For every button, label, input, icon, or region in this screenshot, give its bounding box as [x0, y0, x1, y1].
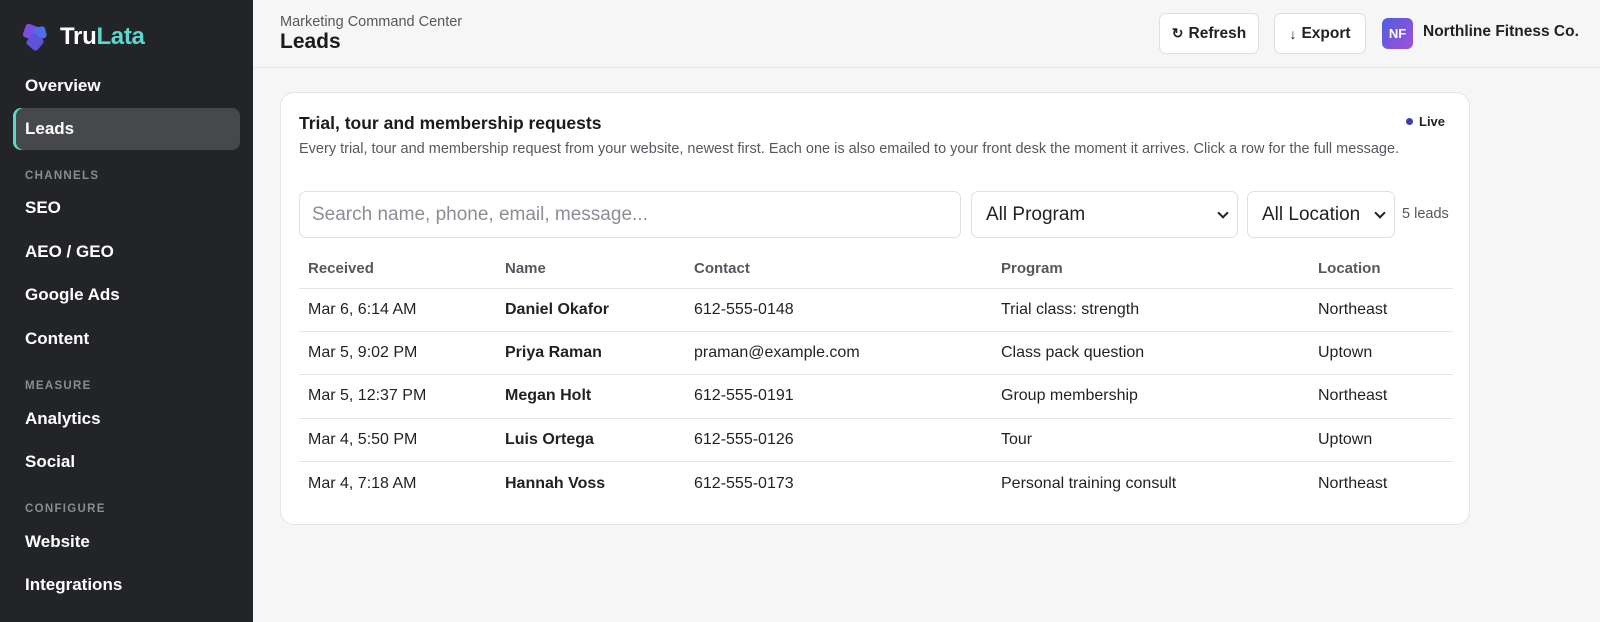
cell-location: Northeast — [1309, 374, 1453, 419]
refresh-button-label: Refresh — [1188, 24, 1247, 42]
chevron-down-icon — [1217, 206, 1229, 219]
live-dot-icon — [1406, 118, 1413, 125]
cell-name: Megan Holt — [496, 374, 685, 419]
nav-section-channels: CHANNELS — [25, 170, 100, 182]
brand-logo[interactable]: TruLata — [22, 22, 145, 52]
cell-location: Uptown — [1309, 418, 1453, 463]
cell-received: Mar 4, 5:50 PM — [299, 418, 496, 463]
table-header-row: Received Name Contact Program Location — [299, 249, 1453, 289]
cell-name: Priya Raman — [496, 331, 685, 376]
sidebar-item-analytics[interactable]: Analytics — [13, 398, 240, 440]
lead-count: 5 leads — [1402, 206, 1449, 222]
sidebar-item-seo[interactable]: SEO — [13, 187, 240, 229]
cell-received: Mar 5, 9:02 PM — [299, 331, 496, 376]
cell-contact: 612-555-0173 — [694, 474, 794, 492]
brand-name-part2: Lata — [96, 23, 145, 50]
cell-received: Mar 4, 7:18 AM — [308, 474, 417, 492]
program-filter-value: All Program — [986, 203, 1086, 225]
brand-name: TruLata — [60, 23, 145, 51]
cell-program: Tour — [992, 418, 1309, 463]
sidebar: TruLata Overview Leads CHANNELS SEO AEO … — [0, 0, 253, 622]
sidebar-item-website[interactable]: Website — [13, 521, 240, 563]
logo-mark-icon — [22, 23, 50, 52]
org-name[interactable]: Northline Fitness Co. — [1423, 23, 1579, 41]
location-filter-value: All Location — [1262, 203, 1361, 225]
chevron-down-icon — [1374, 206, 1386, 219]
cell-program: Group membership — [992, 374, 1309, 419]
cell-contact: praman@example.com — [685, 331, 992, 376]
cell-contact: 612-555-0126 — [685, 418, 992, 463]
sidebar-item-leads[interactable]: Leads — [13, 108, 240, 150]
column-header-name[interactable]: Name — [496, 249, 685, 289]
program-filter-select[interactable]: All Program — [971, 191, 1238, 238]
table-row[interactable]: Mar 5, 9:02 PM Priya Raman praman@exampl… — [299, 331, 1453, 376]
cell-program: Class pack question — [992, 331, 1309, 376]
leads-card: Trial, tour and membership requests Live… — [280, 92, 1470, 525]
live-label: Live — [1419, 114, 1446, 129]
sidebar-item-google-ads[interactable]: Google Ads — [13, 274, 240, 316]
cell-name: Hannah Voss — [505, 474, 606, 492]
avatar[interactable]: NF — [1382, 18, 1413, 49]
table-row[interactable]: Mar 5, 12:37 PM Megan Holt 612-555-0191 … — [299, 374, 1453, 419]
cell-program: Personal training consult — [1001, 474, 1177, 492]
cell-location: Northeast — [1309, 288, 1453, 332]
table-row[interactable]: Mar 6, 6:14 AM Daniel Okafor 612-555-014… — [299, 288, 1453, 332]
breadcrumb[interactable]: Marketing Command Center — [280, 14, 462, 30]
cell-location: Northeast — [1318, 474, 1388, 492]
sidebar-item-content[interactable]: Content — [13, 318, 240, 360]
refresh-button[interactable]: ↻ Refresh — [1159, 13, 1259, 54]
cell-name: Luis Ortega — [496, 418, 685, 463]
sidebar-item-integrations[interactable]: Integrations — [13, 564, 240, 606]
nav-section-measure: MEASURE — [25, 380, 92, 392]
export-button-label: Export — [1301, 24, 1351, 42]
card-title: Trial, tour and membership requests — [299, 113, 602, 133]
card-description: Every trial, tour and membership request… — [299, 141, 1400, 157]
table-row[interactable]: Mar 4, 5:50 PM Luis Ortega 612-555-0126 … — [299, 418, 1453, 463]
location-filter-select[interactable]: All Location — [1247, 191, 1395, 238]
search-input[interactable] — [299, 191, 961, 238]
sidebar-item-overview[interactable]: Overview — [13, 65, 240, 107]
cell-received: Mar 6, 6:14 AM — [299, 288, 496, 332]
sidebar-item-social[interactable]: Social — [13, 441, 240, 483]
cell-contact: 612-555-0148 — [685, 288, 992, 332]
column-header-location[interactable]: Location — [1309, 249, 1453, 289]
table-row[interactable]: Mar 4, 7:18 AM Hannah Voss 612-555-0173 … — [299, 462, 1453, 505]
page-title: Leads — [280, 30, 341, 53]
top-header: Marketing Command Center Leads ↻ Refresh… — [253, 0, 1600, 68]
cell-location: Uptown — [1309, 331, 1453, 376]
nav-section-configure: CONFIGURE — [25, 503, 106, 515]
refresh-icon: ↻ — [1171, 25, 1184, 41]
export-button[interactable]: ↓ Export — [1274, 13, 1366, 54]
sidebar-item-aeo-geo[interactable]: AEO / GEO — [13, 231, 240, 273]
brand-name-part1: Tru — [60, 23, 97, 50]
leads-table: Received Name Contact Program Location M… — [299, 249, 1453, 505]
cell-name: Daniel Okafor — [496, 288, 685, 332]
live-indicator: Live — [1406, 114, 1445, 129]
column-header-program[interactable]: Program — [992, 249, 1309, 289]
column-header-received[interactable]: Received — [299, 249, 496, 289]
cell-program: Trial class: strength — [992, 288, 1309, 332]
column-header-contact[interactable]: Contact — [685, 249, 992, 289]
download-arrow-icon: ↓ — [1289, 25, 1297, 42]
cell-received: Mar 5, 12:37 PM — [299, 374, 496, 419]
cell-contact: 612-555-0191 — [685, 374, 992, 419]
